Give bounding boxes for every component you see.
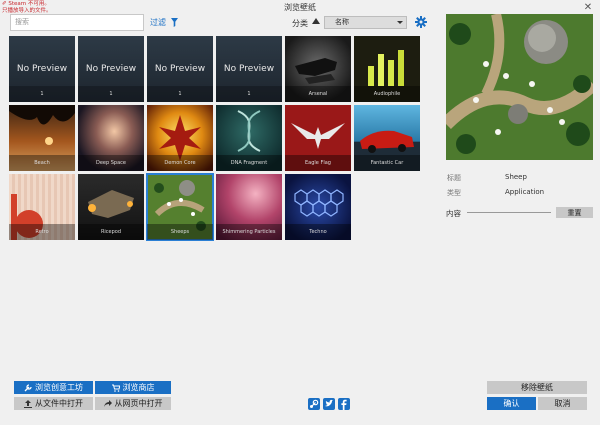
wallpaper-caption: Fantastic Car (354, 155, 420, 171)
sort-dropdown[interactable]: 名称 (324, 16, 407, 29)
reset-button[interactable]: 重置 (556, 207, 593, 218)
open-from-file-button[interactable]: 从文件中打开 (14, 397, 93, 410)
sort-ascending-icon[interactable] (312, 18, 320, 24)
twitter-bird (325, 399, 333, 407)
wallpaper-caption: Shimmering Particles (216, 224, 282, 240)
filter-button[interactable]: 过滤 (150, 17, 178, 28)
wallpaper-caption: Beach (9, 155, 75, 171)
wallpaper-tile[interactable]: No Preview 1 (9, 36, 75, 102)
confirm-button[interactable]: 确认 (487, 397, 536, 410)
wallpaper-preview (446, 14, 593, 160)
wallpaper-caption: Audiophile (354, 86, 420, 102)
wallpaper-tile[interactable]: DNA Fragment (216, 105, 282, 171)
remove-wallpaper-button[interactable]: 移除壁纸 (487, 381, 587, 394)
wallpaper-tile[interactable]: Audiophile (354, 36, 420, 102)
wallpaper-tile[interactable]: Shimmering Particles (216, 174, 282, 240)
wallpaper-caption: 1 (78, 86, 144, 102)
wallpaper-tile[interactable]: No Preview 1 (147, 36, 213, 102)
wallpaper-caption: DNA Fragment (216, 155, 282, 171)
open-from-web-label: 从网页中打开 (114, 399, 163, 408)
open-from-web-button[interactable]: 从网页中打开 (95, 397, 171, 410)
no-preview-label: No Preview (154, 64, 206, 74)
gear-icon[interactable] (415, 16, 427, 28)
wallpaper-tile[interactable]: No Preview 1 (78, 36, 144, 102)
wallpaper-caption: 1 (9, 86, 75, 102)
wallpaper-caption: Eagle Flag (285, 155, 351, 171)
type-value: Application (505, 188, 545, 196)
cart-icon (111, 384, 120, 392)
wallpaper-tile[interactable]: Fantastic Car (354, 105, 420, 171)
steam-unavailable-notice: ✐ Steam 不可用。 只播放导入的文件。 (2, 1, 52, 15)
content-label: 内容 (446, 209, 461, 218)
browse-workshop-label: 浏览创意工坊 (35, 383, 83, 392)
wallpaper-caption: Ricepod (78, 224, 144, 240)
wallpaper-caption: Sheeps (147, 224, 213, 240)
facebook-icon[interactable] (338, 398, 350, 410)
title-value: Sheep (505, 173, 527, 181)
wallpaper-caption: Demon Core (147, 155, 213, 171)
funnel-icon (171, 18, 178, 27)
wallpaper-tile[interactable]: Techno (285, 174, 351, 240)
wallpaper-caption: Arsenal (285, 86, 351, 102)
wallpaper-tile[interactable]: Eagle Flag (285, 105, 351, 171)
cancel-button[interactable]: 取消 (538, 397, 587, 410)
wallpaper-caption: Deep Space (78, 155, 144, 171)
sort-label: 分类 (292, 19, 308, 28)
notice-line-1: ✐ Steam 不可用。 (2, 1, 50, 7)
notice-line-2: 只播放导入的文件。 (2, 8, 52, 14)
twitter-icon[interactable] (323, 398, 335, 410)
wallpaper-tile[interactable]: Arsenal (285, 36, 351, 102)
wallpaper-tile[interactable]: Demon Core (147, 105, 213, 171)
wallpaper-tile[interactable]: Sheeps (146, 173, 214, 241)
wallpaper-tile[interactable]: Beach (9, 105, 75, 171)
steam-icon[interactable] (308, 398, 320, 410)
search-input[interactable]: 搜索 (10, 14, 144, 31)
sheep-preview-image (446, 14, 593, 160)
browse-workshop-button[interactable]: 浏览创意工坊 (14, 381, 93, 394)
browse-store-button[interactable]: 浏览商店 (95, 381, 171, 394)
facebook-f (341, 399, 347, 410)
no-preview-label: No Preview (223, 64, 275, 74)
title-label: 标题 (447, 174, 461, 182)
share-arrow-icon (103, 399, 112, 407)
no-preview-label: No Preview (16, 64, 68, 74)
type-label: 类型 (447, 189, 461, 197)
chevron-down-icon (397, 21, 403, 24)
filter-label: 过滤 (150, 18, 166, 27)
open-from-file-label: 从文件中打开 (35, 399, 83, 408)
wallpaper-tile[interactable]: Retro (9, 174, 75, 240)
wallpaper-tile[interactable]: Ricepod (78, 174, 144, 240)
no-preview-label: No Preview (85, 64, 137, 74)
wallpaper-tile[interactable]: No Preview 1 (216, 36, 282, 102)
wallpaper-caption: 1 (147, 86, 213, 102)
content-slider[interactable] (467, 212, 551, 213)
sort-dropdown-value: 名称 (335, 18, 349, 26)
wallpaper-tile[interactable]: Deep Space (78, 105, 144, 171)
browse-store-label: 浏览商店 (122, 383, 155, 392)
upload-icon (24, 399, 32, 408)
wallpaper-caption: Retro (9, 224, 75, 240)
steam-logo (310, 399, 319, 408)
wallpaper-caption: Techno (285, 224, 351, 240)
wallpaper-caption: 1 (216, 86, 282, 102)
wrench-icon (24, 383, 32, 391)
